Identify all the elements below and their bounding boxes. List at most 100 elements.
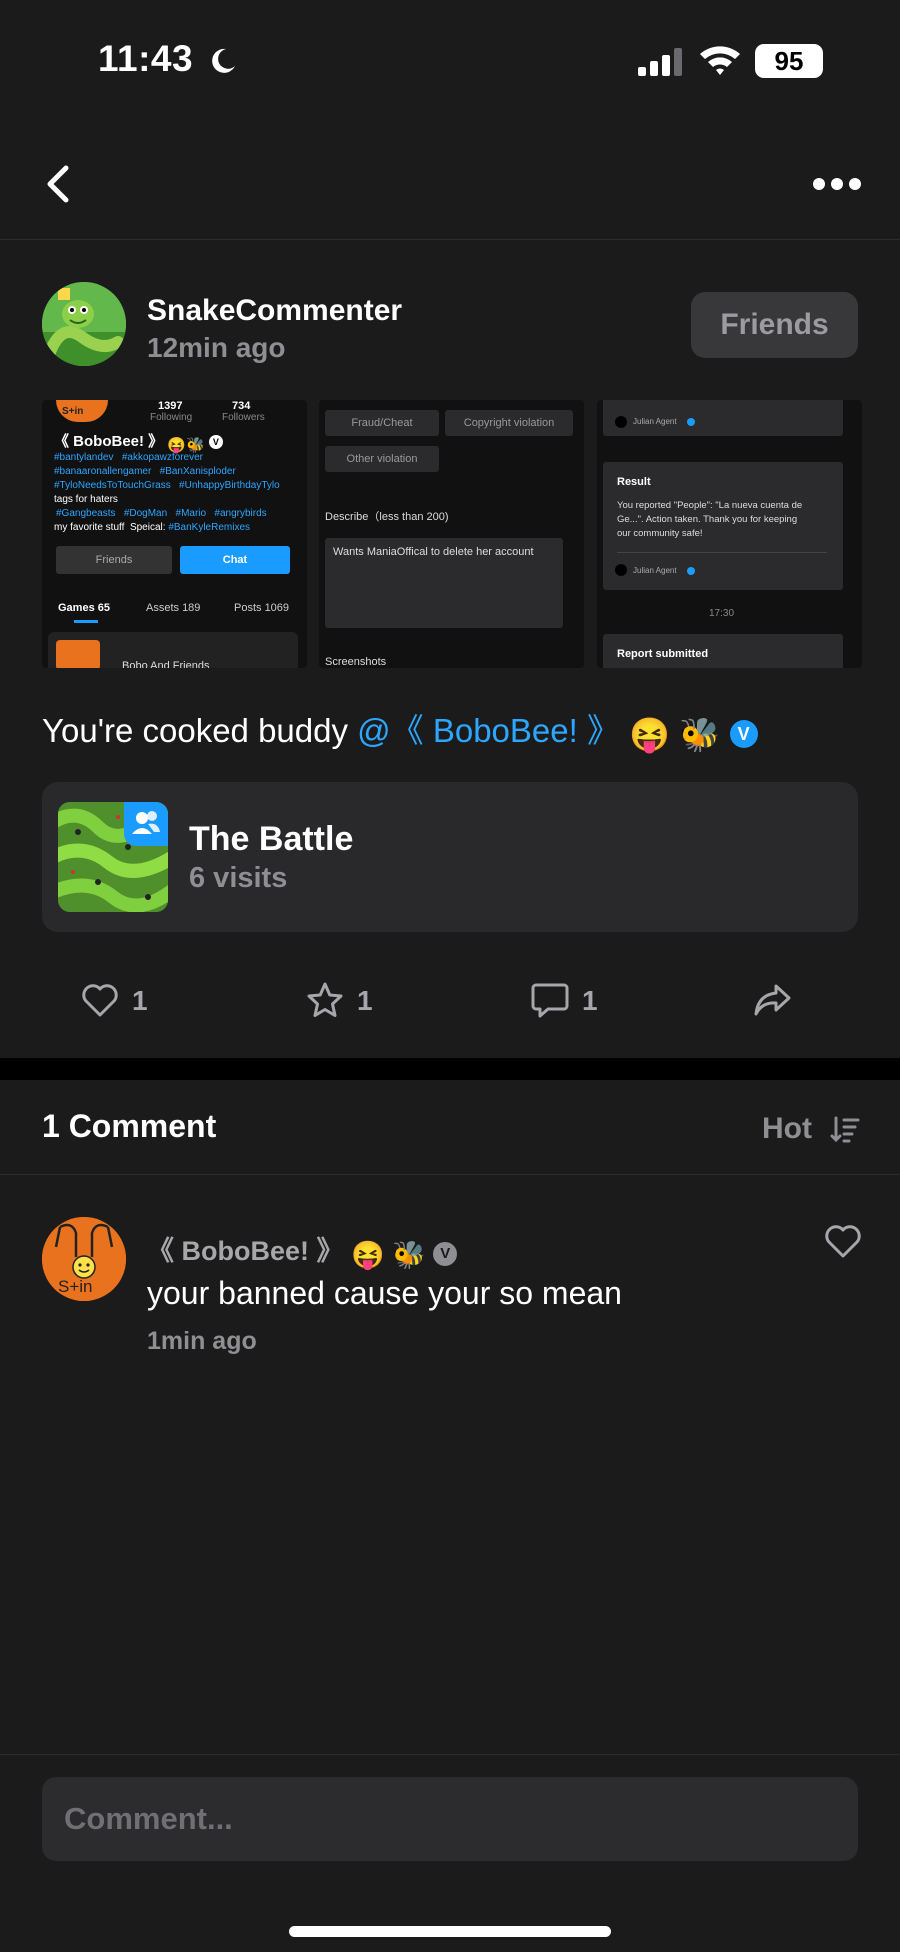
result-divider (617, 552, 827, 553)
author-avatar[interactable] (42, 282, 126, 366)
verified-badge-icon: V (729, 720, 758, 748)
comment-input[interactable] (42, 1777, 858, 1861)
agent-avatar-2 (615, 564, 627, 576)
comment-bubble-icon (531, 983, 569, 1018)
multiplayer-badge (124, 802, 168, 846)
screenshot-profile[interactable]: S+in 1397 Following 734 Followers 《 Bobo… (42, 400, 307, 668)
report-option-copyright: Copyright violation (445, 410, 573, 436)
comment-composer (0, 1754, 900, 1952)
profile-name: 《 BoboBee! 》 😝🐝 V (54, 430, 223, 454)
like-count: 1 (132, 985, 148, 1016)
tongue-emoji-icon: 😝 (629, 716, 671, 753)
cellular-signal-icon (638, 48, 682, 76)
users-icon (132, 811, 160, 834)
post-actions: 1 1 1 (0, 975, 900, 1025)
profile-tab-underline (74, 620, 98, 623)
favorite-count: 1 (357, 985, 373, 1016)
profile-tags-1: #bantylandev #akkopawzforever (54, 452, 203, 463)
caption-text: You're cooked buddy (42, 712, 348, 749)
profile-avatar-text: S+in (62, 406, 84, 417)
share-action[interactable] (752, 975, 796, 1025)
post-caption: You're cooked buddy @《 BoboBee! 》 😝 🐝 V (42, 704, 758, 755)
profile-tab-games: Games 65 (58, 602, 110, 614)
profile-chat-button: Chat (180, 546, 290, 574)
top-nav (0, 150, 900, 240)
report-describe-value: Wants ManiaOffical to delete her account (333, 546, 534, 558)
author-name[interactable]: SnakeCommenter (147, 294, 402, 328)
game-thumbnail (58, 802, 168, 912)
comments-header: 1 Comment Hot (0, 1080, 900, 1175)
profile-tags-5: #Gangbeasts #DogMan #Mario #angrybirds (56, 508, 267, 519)
profile-tab-posts: Posts 1069 (234, 602, 290, 614)
verified-badge-icon: V (433, 1242, 458, 1266)
heart-icon (82, 984, 118, 1017)
profile-bio-line-2: my favorite stuff Speical: #BanKyleRemix… (54, 522, 250, 533)
bio-prefix: my favorite stuff Speical: (54, 522, 169, 533)
profile-tags-3: #TyloNeedsToTouchGrass #UnhappyBirthdayT… (54, 480, 280, 491)
more-options-icon[interactable] (812, 176, 862, 192)
post-author: SnakeCommenter 12min ago Friends (42, 282, 862, 372)
comment-action[interactable]: 1 (530, 975, 610, 1025)
comment-count: 1 (582, 985, 598, 1016)
game-card[interactable]: The Battle 6 visits (42, 782, 858, 932)
report-option-fraud: Fraud/Cheat (325, 410, 439, 436)
post-timestamp: 12min ago (147, 332, 286, 363)
back-arrow-icon[interactable] (40, 162, 76, 206)
agent-verified-dot-2 (687, 567, 695, 575)
tongue-emoji-icon: 😝 (351, 1240, 385, 1270)
post-images: S+in 1397 Following 734 Followers 《 Bobo… (42, 400, 862, 668)
caption-mention[interactable]: @《 BoboBee! 》 (357, 712, 620, 749)
game-title: The Battle (189, 820, 354, 858)
result-title: Result (617, 476, 651, 488)
share-arrow-icon (754, 984, 791, 1016)
agent-name: Julian Agent (633, 417, 677, 426)
profile-bio-line: tags for haters (54, 494, 118, 505)
bio-tag: #BanKyleRemixes (168, 522, 251, 533)
friends-button[interactable]: Friends (691, 292, 858, 358)
report-option-other: Other violation (325, 446, 439, 472)
followers-count: 734 (232, 400, 251, 412)
game-visits: 6 visits (189, 862, 288, 894)
favorite-action[interactable]: 1 (305, 975, 385, 1025)
battery-indicator: 95 (755, 44, 823, 78)
profile-tags-2: #banaaronallengamer #BanXanisploder (54, 466, 236, 477)
status-bar: 11:43 95 (0, 0, 900, 120)
agent-name-2: Julian Agent (633, 566, 677, 575)
section-divider (0, 1058, 900, 1080)
status-time: 11:43 (98, 38, 194, 79)
commenter-name[interactable]: 《 BoboBee! 》 😝 🐝 V (147, 1229, 458, 1271)
comment-like-heart-icon[interactable] (824, 1225, 862, 1259)
verified-icon: V (208, 435, 223, 449)
profile-tab-assets: Assets 189 (146, 602, 201, 614)
comment-text: your banned cause your so mean (147, 1275, 622, 1311)
agent-verified-dot (687, 418, 695, 426)
following-label: Following (150, 412, 193, 423)
result-text-3: our community safe! (617, 528, 703, 539)
bee-emoji-icon: 🐝 (392, 1240, 426, 1270)
wifi-icon (700, 46, 740, 75)
battery-tip (816, 54, 822, 68)
bee-emoji-icon: 🐝 (679, 716, 721, 753)
screenshot-report-form[interactable]: Fraud/Cheat Copyright violation Other vi… (319, 400, 584, 668)
commenter-avatar[interactable]: S+in (42, 1217, 126, 1301)
sort-button[interactable]: Hot (762, 1112, 812, 1146)
snake-avatar-image (42, 282, 126, 366)
screenshot-report-result[interactable]: Julian Agent Result You reported "People… (597, 400, 862, 668)
comments-title: 1 Comment (42, 1108, 217, 1144)
profile-game-title: Bobo And Friends (122, 660, 210, 668)
result-text-1: You reported "People": "La nueva cuenta … (617, 500, 803, 511)
home-indicator[interactable] (289, 1926, 611, 1937)
profile-friends-button: Friends (56, 546, 172, 574)
comment-item: S+in 《 BoboBee! 》 😝 🐝 V your banned caus… (42, 1215, 862, 1365)
commenter-avatar-text: S+in (58, 1277, 93, 1296)
moon-icon (212, 48, 235, 73)
submitted-title: Report submitted (617, 648, 709, 660)
profile-name-text: 《 BoboBee! 》 (54, 433, 164, 450)
profile-game-thumb (56, 640, 100, 668)
like-action[interactable]: 1 (80, 975, 160, 1025)
result-time: 17:30 (709, 608, 735, 619)
report-screenshots-label: Screenshots (325, 656, 387, 668)
sort-icon[interactable] (830, 1116, 860, 1144)
following-count: 1397 (158, 400, 183, 412)
star-icon (307, 982, 343, 1017)
